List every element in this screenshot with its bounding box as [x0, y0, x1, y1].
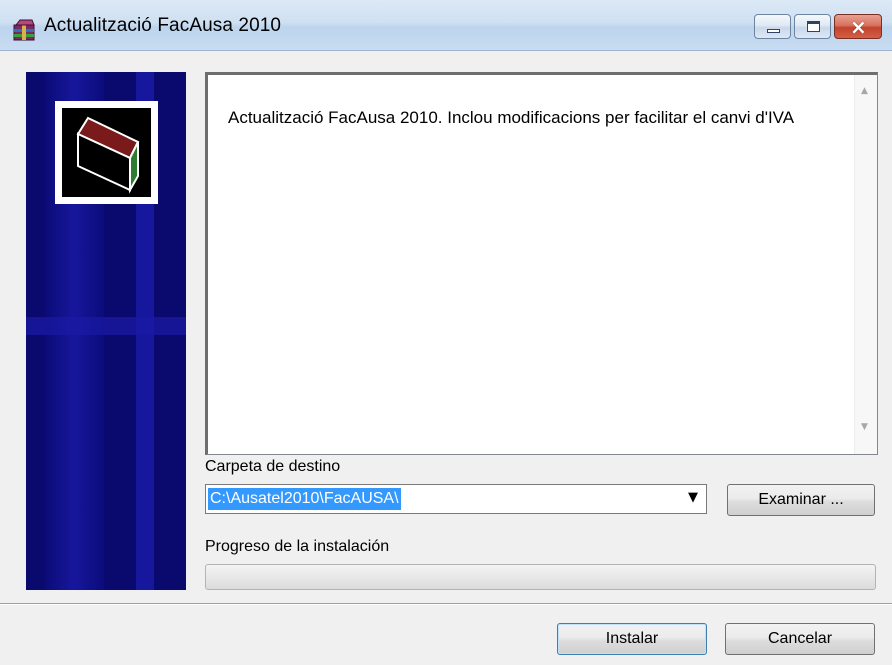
description-box[interactable]: Actualització FacAusa 2010. Inclou modif…: [205, 72, 878, 455]
minimize-button[interactable]: [754, 14, 791, 39]
description-text: Actualització FacAusa 2010. Inclou modif…: [228, 108, 795, 127]
close-button[interactable]: ×: [834, 14, 882, 39]
winrar-archive-icon: [13, 19, 35, 41]
vertical-scrollbar[interactable]: ▲ ▼: [854, 75, 877, 454]
cancel-button[interactable]: Cancelar: [725, 623, 875, 655]
title-bar[interactable]: Actualització FacAusa 2010 ×: [0, 0, 892, 51]
scroll-up-arrow-icon[interactable]: ▲: [861, 86, 868, 96]
installer-window: Actualització FacAusa 2010 × Actualitzac…: [0, 0, 892, 665]
destination-combobox[interactable]: C:\Ausatel2010\FacAUSA\ ▼: [205, 484, 707, 514]
install-progress-bar: [205, 564, 876, 590]
maximize-icon: [807, 21, 820, 32]
progress-label: Progreso de la instalación: [205, 538, 390, 555]
minimize-icon: [767, 29, 780, 33]
separator-line: [0, 603, 892, 605]
side-banner: [26, 72, 186, 590]
logo-background: [62, 108, 151, 197]
install-button[interactable]: Instalar: [557, 623, 707, 655]
banner-stripe: [26, 317, 186, 335]
window-title: Actualització FacAusa 2010: [44, 15, 282, 36]
browse-button[interactable]: Examinar ...: [727, 484, 875, 516]
dropdown-arrow-icon[interactable]: ▼: [688, 490, 698, 505]
scroll-down-arrow-icon[interactable]: ▼: [861, 422, 868, 432]
logo-frame: [55, 101, 158, 204]
maximize-button[interactable]: [794, 14, 831, 39]
close-icon: ×: [850, 15, 867, 39]
destination-value[interactable]: C:\Ausatel2010\FacAUSA\: [208, 488, 401, 510]
destination-label: Carpeta de destino: [205, 458, 341, 475]
box-icon: [76, 116, 140, 194]
